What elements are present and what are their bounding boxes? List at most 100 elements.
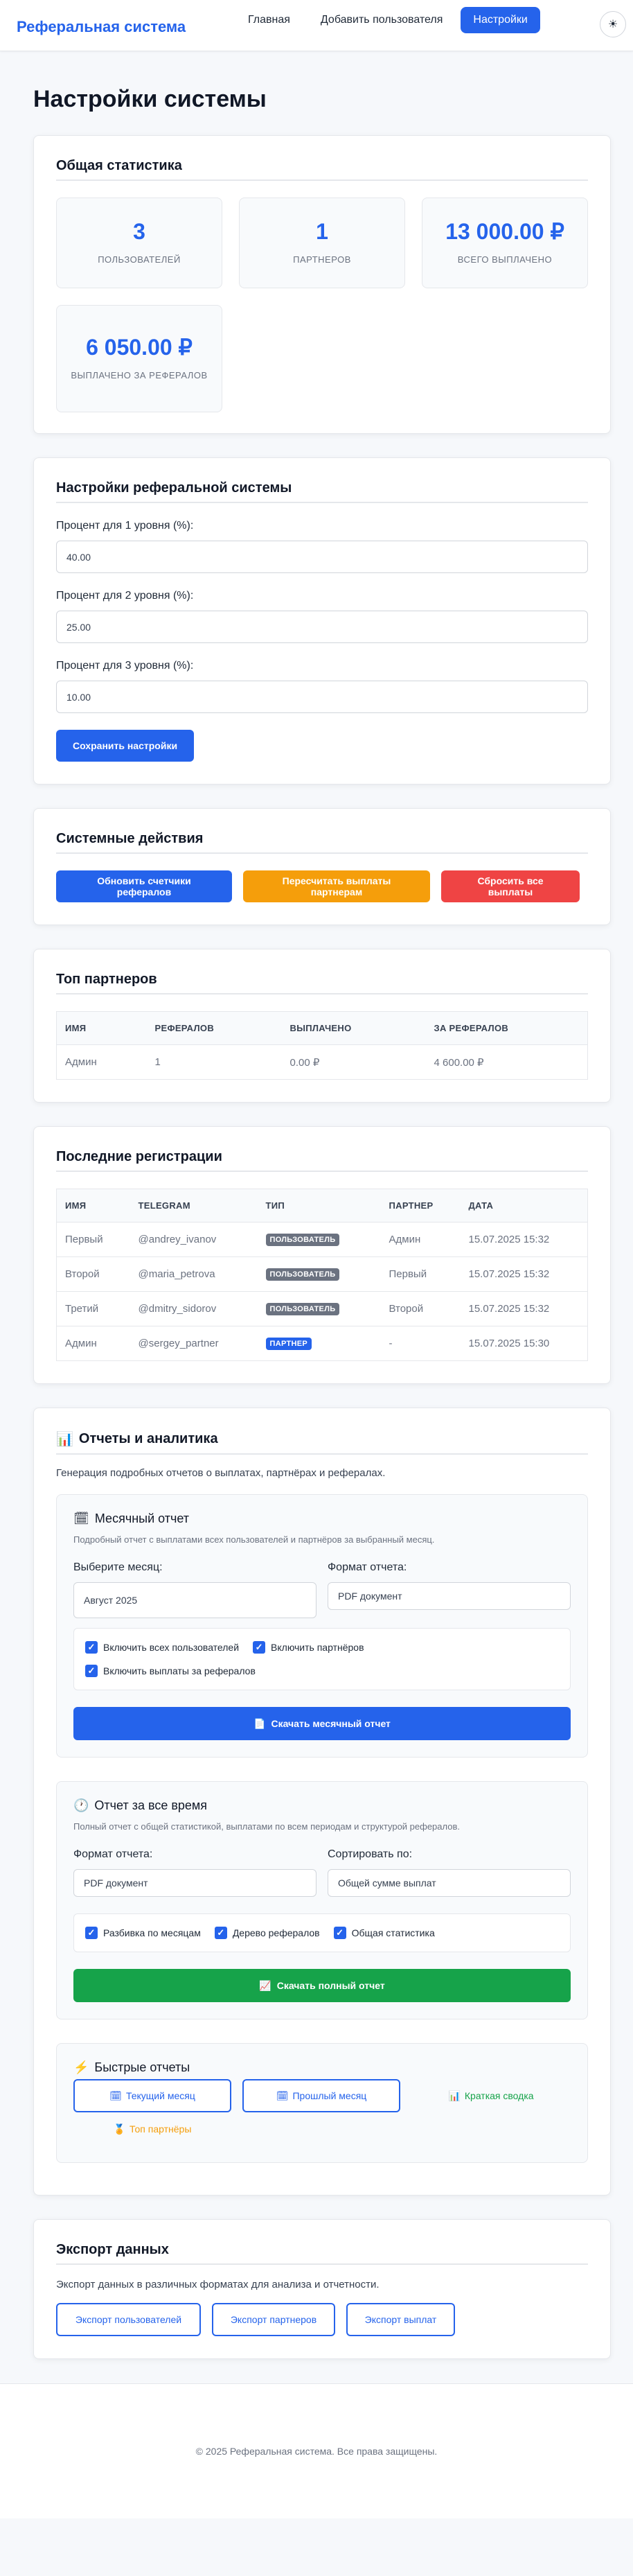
include-users-checkbox[interactable]: ✓ Включить всех пользователей [85,1641,239,1654]
level2-input[interactable]: 25.00 [56,611,588,643]
brand-logo[interactable]: Реферальная система [17,18,186,36]
col-type: ТИП [257,1189,381,1223]
stat-value: 13 000.00 ₽ [445,219,564,245]
export-card: Экспорт данных Экспорт данных в различны… [33,2219,611,2359]
nav-add-user[interactable]: Добавить пользователя [308,7,455,33]
stat-total-paid: 13 000.00 ₽ ВСЕГО ВЫПЛАЧЕНО [422,198,588,288]
stat-label: ПОЛЬЗОВАТЕЛЕЙ [98,254,181,265]
export-payouts-button[interactable]: Экспорт выплат [346,2303,455,2336]
stat-users: 3 ПОЛЬЗОВАТЕЛЕЙ [56,198,222,288]
summary-button[interactable]: 📊 Краткая сводка [411,2079,571,2112]
referral-tree-checkbox[interactable]: ✓ Дерево рефералов [214,1927,320,1939]
cell-for-referrals: 4 600.00 ₽ [425,1044,588,1080]
type-badge: ПАРТНЕР [265,1338,312,1350]
stat-value: 6 050.00 ₽ [86,335,193,360]
top-partners-report-button[interactable]: 🏅 Топ партнёры [73,2112,231,2146]
stat-value: 3 [133,218,145,244]
stats-card: Общая статистика 3 ПОЛЬЗОВАТЕЛЕЙ 1 ПАРТН… [33,135,611,434]
referral-settings-card: Настройки реферальной системы Процент дл… [33,457,611,785]
cell-date: 15.07.2025 15:30 [460,1326,588,1361]
alltime-report-desc: Полный отчет с общей статистикой, выплат… [73,1821,460,1832]
cell-partner: Админ [380,1222,461,1257]
col-telegram: TELEGRAM [130,1189,258,1223]
reset-payouts-button[interactable]: Сбросить все выплаты [441,870,580,902]
sun-icon: ☀ [607,19,618,30]
stat-value: 1 [316,218,328,244]
top-partners-table: ИМЯ РЕФЕРАЛОВ ВЫПЛАЧЕНО ЗА РЕФЕРАЛОВ Адм… [56,1011,588,1080]
monthly-breakdown-checkbox[interactable]: ✓ Разбивка по месяцам [85,1927,201,1939]
alltime-format-label: Формат отчета: [73,1848,153,1860]
level3-input[interactable]: 10.00 [56,681,588,713]
col-name: ИМЯ [56,1011,147,1045]
nav-home[interactable]: Главная [235,7,303,33]
cell-name: Админ [56,1044,147,1080]
nav-settings[interactable]: Настройки [461,7,540,33]
quick-reports-title: Быстрые отчеты [94,2060,190,2074]
checkbox-checked-icon: ✓ [214,1927,227,1939]
level3-label: Процент для 3 уровня (%): [56,660,194,672]
cell-name: Первый [56,1222,130,1257]
level1-label: Процент для 1 уровня (%): [56,520,194,532]
cell-date: 15.07.2025 15:32 [460,1222,588,1257]
recalc-payouts-button[interactable]: Пересчитать выплаты партнерам [243,870,430,902]
download-monthly-report-button[interactable]: 📄 Скачать месячный отчет [73,1707,571,1740]
col-paid: ВЫПЛАЧЕНО [281,1011,426,1045]
system-actions-card: Системные действия Обновить счетчики реф… [33,808,611,925]
format-select-label: Формат отчета: [328,1561,407,1573]
cell-partner: - [380,1326,461,1361]
export-desc: Экспорт данных в различных форматах для … [56,2279,380,2290]
download-full-report-button[interactable]: 📈 Скачать полный отчет [73,1969,571,2002]
general-stats-checkbox[interactable]: ✓ Общая статистика [333,1927,435,1939]
month-select[interactable]: Август 2025 [73,1582,316,1618]
trend-up-icon: 📈 [259,1979,271,1991]
export-users-button[interactable]: Экспорт пользователей [56,2303,201,2336]
col-referrals: РЕФЕРАЛОВ [146,1011,282,1045]
cell-partner: Второй [380,1291,461,1326]
reports-desc: Генерация подробных отчетов о выплатах, … [56,1467,386,1479]
checkbox-checked-icon: ✓ [85,1927,98,1939]
col-name: ИМЯ [56,1189,130,1223]
document-icon: 📄 [253,1717,266,1729]
cell-telegram: @sergey_partner [130,1326,258,1361]
cell-partner: Первый [380,1256,461,1292]
col-date: ДАТА [460,1189,588,1223]
main-nav: Главная Добавить пользователя Настройки [235,7,540,33]
cell-telegram: @maria_petrova [130,1256,258,1292]
current-month-button[interactable]: 🗓 Текущий месяц [73,2079,231,2112]
export-title: Экспорт данных [56,2242,588,2265]
stat-label: ВСЕГО ВЫПЛАЧЕНО [457,254,553,265]
cell-name: Второй [56,1256,130,1292]
stats-grid: 3 ПОЛЬЗОВАТЕЛЕЙ 1 ПАРТНЕРОВ 13 000.00 ₽ … [56,198,588,412]
table-row: Первый @andrey_ivanov ПОЛЬЗОВАТЕЛЬ Админ… [56,1222,588,1257]
export-partners-button[interactable]: Экспорт партнеров [212,2303,335,2336]
alltime-format-select[interactable]: PDF документ [73,1869,316,1897]
alltime-report-section: 🕐 Отчет за все время Полный отчет с обще… [56,1781,588,2019]
type-badge: ПОЛЬЗОВАТЕЛЬ [265,1303,340,1315]
chart-icon: 📊 [448,2089,461,2101]
reports-title: 📊 Отчеты и аналитика [56,1430,588,1455]
theme-toggle-button[interactable]: ☀ [600,11,626,37]
include-referral-payouts-checkbox[interactable]: ✓ Включить выплаты за рефералов [85,1665,559,1677]
update-counters-button[interactable]: Обновить счетчики рефералов [56,870,232,902]
footer: © 2025 Реферальная система. Все права за… [0,2383,633,2518]
include-partners-checkbox[interactable]: ✓ Включить партнёров [253,1641,364,1654]
previous-month-button[interactable]: 🗓 Прошлый месяц [242,2079,400,2112]
stat-label: ПАРТНЕРОВ [293,254,351,265]
cell-referrals: 1 [146,1044,282,1080]
col-for-referrals: ЗА РЕФЕРАЛОВ [425,1011,588,1045]
quick-reports-section: ⚡ Быстрые отчеты 🗓 Текущий месяц 🗓 Прошл… [56,2043,588,2163]
table-row: Админ @sergey_partner ПАРТНЕР - 15.07.20… [56,1326,588,1361]
cell-paid: 0.00 ₽ [281,1044,426,1080]
format-select[interactable]: PDF документ [328,1582,571,1610]
stats-title: Общая статистика [56,158,588,181]
calendar-icon: 🗓 [276,2089,289,2101]
cell-telegram: @andrey_ivanov [130,1222,258,1257]
stat-partners: 1 ПАРТНЕРОВ [239,198,405,288]
monthly-report-title: Месячный отчет [94,1512,190,1525]
reports-title-text: Отчеты и аналитика [78,1431,218,1446]
chart-icon: 📊 [56,1432,73,1447]
level1-input[interactable]: 40.00 [56,541,588,573]
sort-by-select[interactable]: Общей сумме выплат [328,1869,571,1897]
page-title: Настройки системы [33,86,267,112]
save-settings-button[interactable]: Сохранить настройки [56,730,195,762]
